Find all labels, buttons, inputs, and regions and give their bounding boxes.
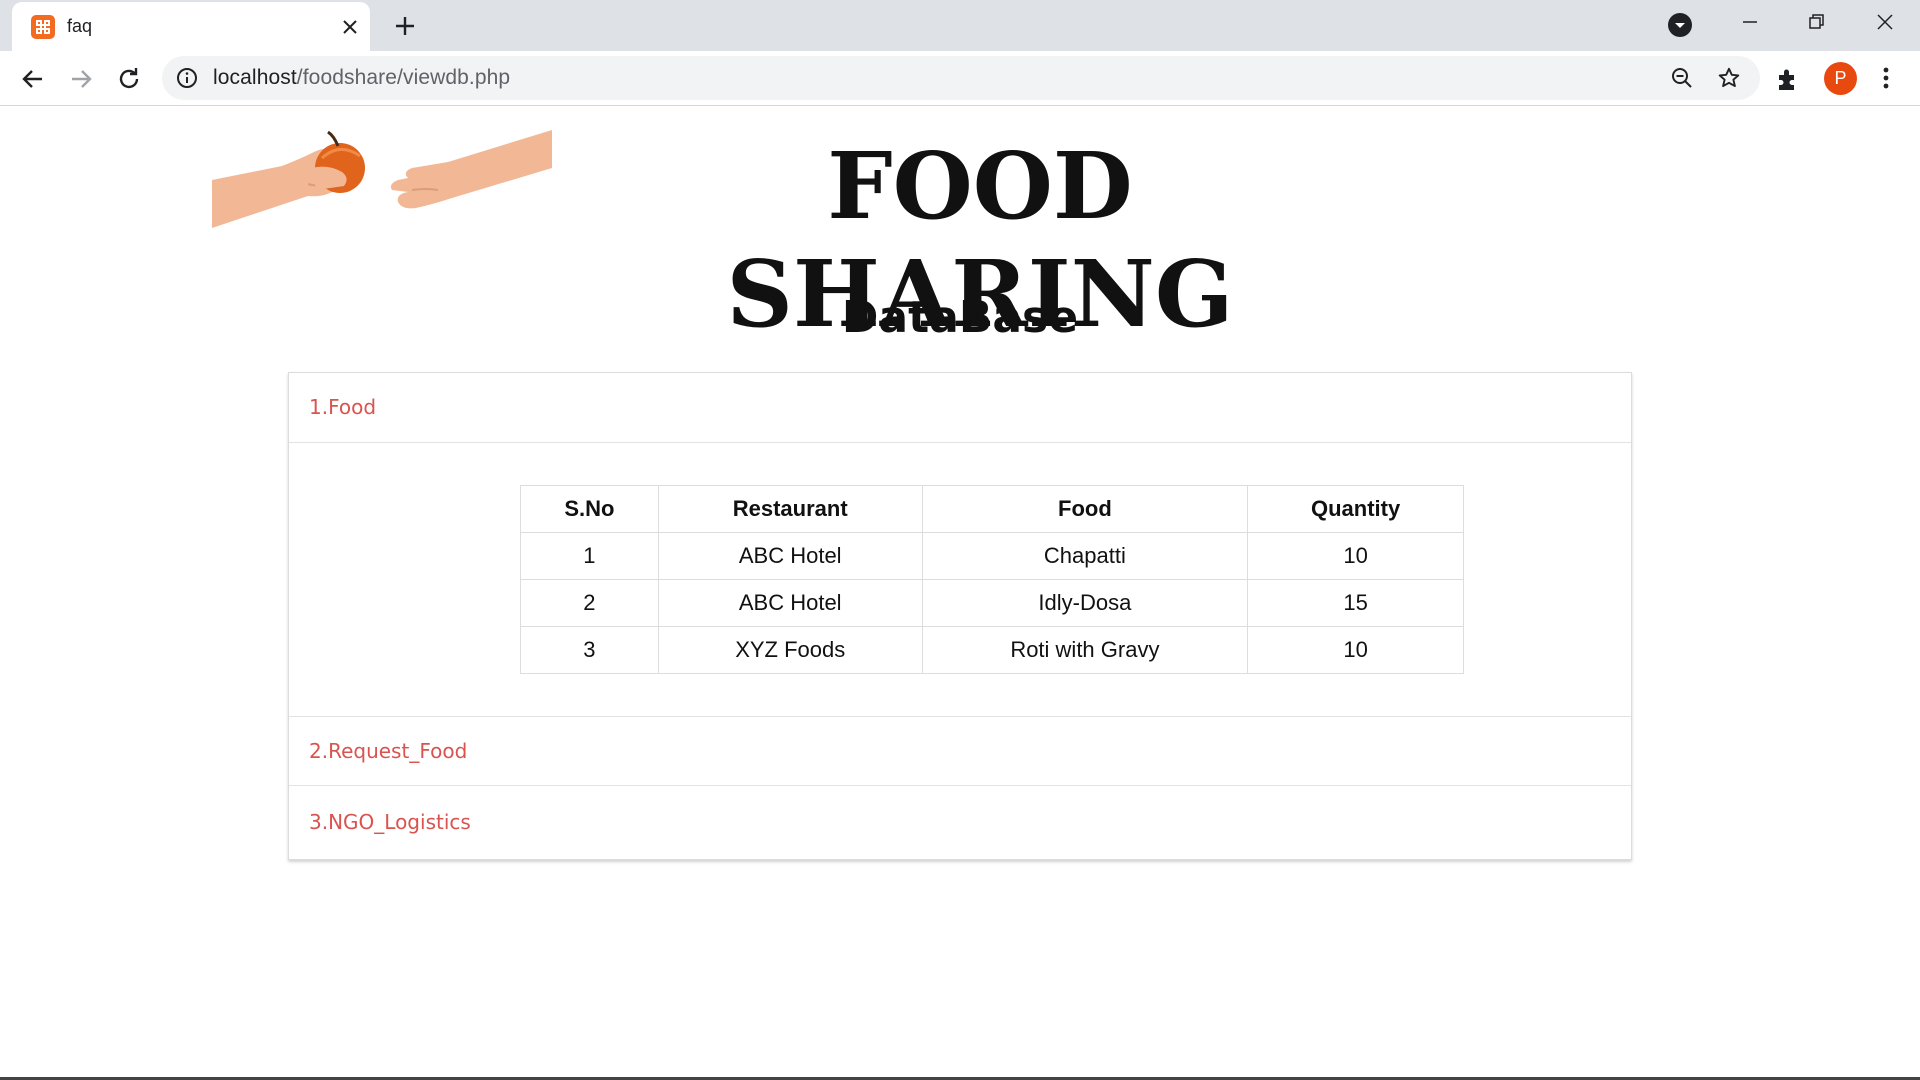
minimize-button[interactable]	[1718, 0, 1782, 44]
accordion-label[interactable]: 2.Request_Food	[309, 739, 467, 763]
accordion-header-ngo-logistics[interactable]: 3.NGO_Logistics	[289, 788, 1631, 858]
zoom-icon[interactable]	[1670, 66, 1694, 95]
table-cell: 10	[1247, 532, 1464, 580]
database-accordion: 1.Food S.No Restaurant Food Quantity 1 A…	[288, 372, 1632, 860]
close-window-button[interactable]	[1853, 0, 1917, 44]
table-cell: XYZ Foods	[657, 626, 923, 674]
table-row: 3 XYZ Foods Roti with Gravy 10	[520, 626, 1464, 674]
table-cell: ABC Hotel	[657, 532, 923, 580]
table-cell: ABC Hotel	[657, 579, 923, 627]
table-row: 2 ABC Hotel Idly-Dosa 15	[520, 579, 1464, 627]
extensions-icon[interactable]	[1775, 66, 1801, 97]
accordion-header-request-food[interactable]: 2.Request_Food	[289, 716, 1631, 786]
tab-close-icon[interactable]	[338, 15, 362, 39]
address-bar[interactable]: localhost/foodshare/viewdb.php	[162, 56, 1760, 100]
url-host: localhost	[213, 66, 297, 89]
accordion-label[interactable]: 1.Food	[309, 395, 376, 419]
tab-search-icon[interactable]	[1668, 13, 1692, 37]
column-header: Restaurant	[657, 485, 923, 533]
table-cell: 10	[1247, 626, 1464, 674]
profile-avatar[interactable]: P	[1824, 62, 1857, 95]
table-header-row: S.No Restaurant Food Quantity	[520, 485, 1464, 533]
tab-title: faq	[67, 16, 93, 36]
hands-sharing-apple-illustration	[212, 128, 552, 250]
xampp-icon	[31, 15, 55, 39]
browser-toolbar: localhost/foodshare/viewdb.php P	[0, 51, 1920, 106]
table-cell: Roti with Gravy	[921, 626, 1249, 674]
table-cell: 1	[520, 532, 659, 580]
site-info-icon[interactable]	[176, 67, 198, 94]
back-button[interactable]	[16, 62, 50, 96]
column-header: S.No	[520, 485, 659, 533]
table-cell: 3	[520, 626, 659, 674]
reload-button[interactable]	[112, 62, 146, 96]
column-header: Food	[921, 485, 1249, 533]
bookmark-star-icon[interactable]	[1717, 66, 1741, 95]
table-cell: 2	[520, 579, 659, 627]
column-header: Quantity	[1247, 485, 1464, 533]
forward-button[interactable]	[64, 62, 98, 96]
tab-strip: faq	[0, 0, 1920, 51]
table-cell: 15	[1247, 579, 1464, 627]
table-cell: Idly-Dosa	[921, 579, 1249, 627]
table-cell: Chapatti	[921, 532, 1249, 580]
more-menu-icon[interactable]	[1876, 65, 1896, 96]
page-heading: DataBase	[841, 292, 1079, 343]
browser-tab[interactable]: faq	[12, 2, 370, 51]
table-row: 1 ABC Hotel Chapatti 10	[520, 532, 1464, 580]
accordion-header-food[interactable]: 1.Food	[289, 373, 1631, 443]
food-table: S.No Restaurant Food Quantity 1 ABC Hote…	[520, 485, 1464, 674]
url-text[interactable]: localhost/foodshare/viewdb.php	[213, 66, 510, 90]
restore-button[interactable]	[1785, 0, 1849, 44]
new-tab-button[interactable]	[390, 11, 420, 41]
url-path: /foodshare/viewdb.php	[296, 66, 511, 89]
accordion-label[interactable]: 3.NGO_Logistics	[309, 810, 471, 834]
